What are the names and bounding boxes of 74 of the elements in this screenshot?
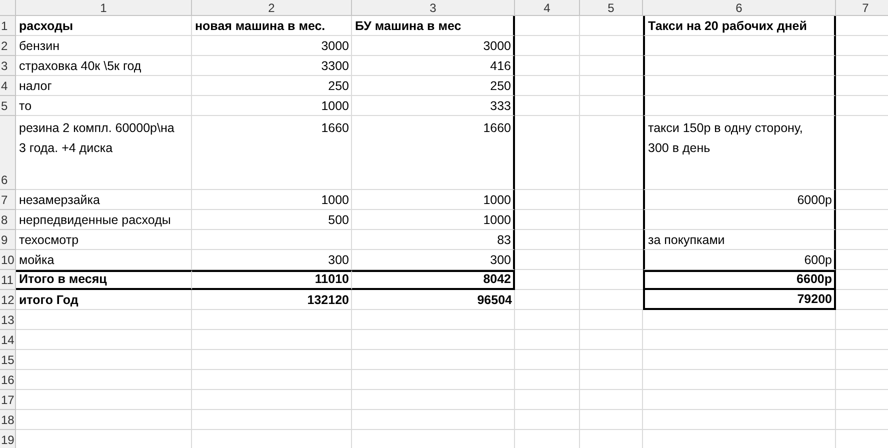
table-cell: налог: [16, 76, 192, 96]
table-cell: новая машина в мес.: [192, 16, 352, 36]
select-all-button[interactable]: [0, 0, 16, 16]
row-header[interactable]: 7: [0, 190, 16, 210]
column-header[interactable]: 3: [352, 0, 515, 16]
row-header[interactable]: 4: [0, 76, 16, 96]
table-cell: страховка 40к \5к год: [16, 56, 192, 76]
row-header[interactable]: 8: [0, 210, 16, 230]
table-cell: 300: [352, 250, 515, 270]
row-header[interactable]: 5: [0, 96, 16, 116]
table-cell: Такси на 20 рабочих дней: [643, 16, 836, 36]
table-cell: итого Год: [16, 290, 192, 310]
table-cell: БУ машина в мес: [352, 16, 515, 36]
column-header[interactable]: 7: [836, 0, 888, 16]
column-header[interactable]: 2: [192, 0, 352, 16]
table-cell: 132120: [192, 290, 352, 310]
table-cell: мойка: [16, 250, 192, 270]
table-cell: 1000: [352, 190, 515, 210]
table-cell: 96504: [352, 290, 515, 310]
column-header[interactable]: 5: [580, 0, 643, 16]
row-header[interactable]: 19: [0, 430, 16, 448]
row-header[interactable]: 3: [0, 56, 16, 76]
column-header[interactable]: 1: [16, 0, 192, 16]
table-cell: 416: [352, 56, 515, 76]
row-header[interactable]: 18: [0, 410, 16, 430]
table-cell: нерпедвиденные расходы: [16, 210, 192, 230]
row-header[interactable]: 17: [0, 390, 16, 410]
table-cell: 11010: [192, 270, 352, 290]
table-cell: 1000: [192, 190, 352, 210]
row-header[interactable]: 1: [0, 16, 16, 36]
table-cell: то: [16, 96, 192, 116]
table-cell: 6600р: [643, 270, 836, 290]
empty-cell[interactable]: [643, 36, 836, 56]
table-cell: 333: [352, 96, 515, 116]
table-cell: 8042: [352, 270, 515, 290]
row-header[interactable]: 2: [0, 36, 16, 56]
table-cell: 3000: [192, 36, 352, 56]
row-header[interactable]: 9: [0, 230, 16, 250]
table-cell: такси 150р в одну сторону, 300 в день: [643, 116, 836, 190]
table-cell: незамерзайка: [16, 190, 192, 210]
table-cell: 1660: [192, 116, 352, 190]
table-cell: 3000: [352, 36, 515, 56]
empty-cell[interactable]: [643, 96, 836, 116]
row-header[interactable]: 15: [0, 350, 16, 370]
table-cell: 6000р: [643, 190, 836, 210]
table-cell: резина 2 компл. 60000р\на 3 года. +4 диска: [16, 116, 192, 190]
table-cell: 79200: [643, 290, 836, 310]
table-cell: 3300: [192, 56, 352, 76]
column-header[interactable]: 4: [515, 0, 580, 16]
table-cell: расходы: [16, 16, 192, 36]
table-cell: 1000: [192, 96, 352, 116]
column-header[interactable]: 6: [643, 0, 836, 16]
row-header[interactable]: 14: [0, 330, 16, 350]
table-cell: за покупками: [643, 230, 836, 250]
row-header[interactable]: 11: [0, 270, 16, 290]
table-cell: 300: [192, 250, 352, 270]
table-cell: 500: [192, 210, 352, 230]
table-cell: 600р: [643, 250, 836, 270]
empty-cell[interactable]: [643, 76, 836, 96]
row-header[interactable]: 6: [0, 116, 16, 190]
table-cell: Итого в месяц: [16, 270, 192, 290]
table-cell: 1660: [352, 116, 515, 190]
table-cell: 83: [352, 230, 515, 250]
row-header[interactable]: 13: [0, 310, 16, 330]
table-cell: 250: [352, 76, 515, 96]
table-cell: 250: [192, 76, 352, 96]
table-cell: 1000: [352, 210, 515, 230]
table-cell: бензин: [16, 36, 192, 56]
empty-cell[interactable]: [643, 210, 836, 230]
row-header[interactable]: 12: [0, 290, 16, 310]
empty-cell[interactable]: [643, 56, 836, 76]
row-header[interactable]: 16: [0, 370, 16, 390]
row-header[interactable]: 10: [0, 250, 16, 270]
table-cell: техосмотр: [16, 230, 192, 250]
